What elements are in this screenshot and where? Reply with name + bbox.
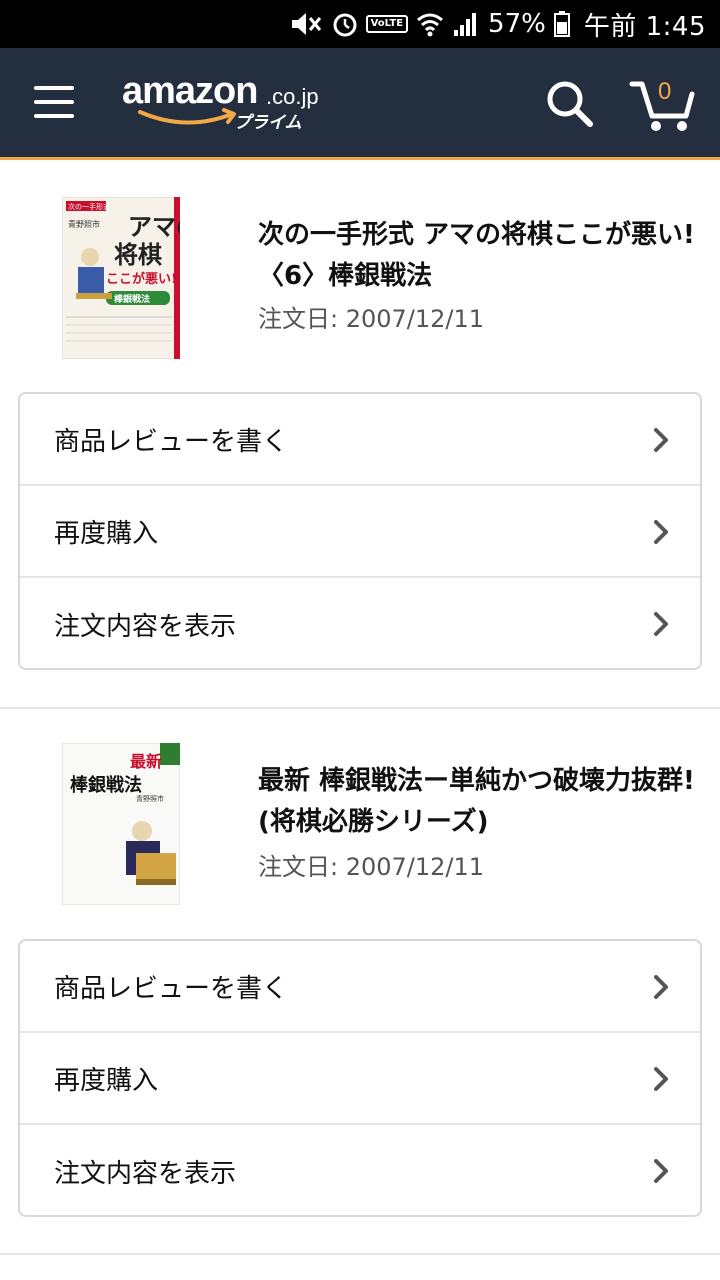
chevron-right-icon <box>654 612 668 636</box>
cover-band: 棒銀戦法 <box>114 293 150 305</box>
chevron-right-icon <box>654 1159 668 1183</box>
order-item: 最新 棒銀戦法 青野照市 最新 棒銀戦法ー単純かつ破壊力抜群! (将棋必勝シリー… <box>0 709 720 1255</box>
write-review-button[interactable]: 商品レビューを書く <box>20 394 700 486</box>
logo-domain: .co.jp <box>266 84 319 109</box>
chevron-right-icon <box>654 428 668 452</box>
battery-percent: 57% <box>488 9 546 39</box>
cover-author: 青野照市 <box>136 794 164 803</box>
action-label: 注文内容を表示 <box>54 611 237 642</box>
status-bar: VoLTE 57% 午前 1:45 <box>0 0 720 48</box>
order-item: 次の一手形式 アマの 将棋 ここが悪い! 棒銀戦法 青野照市 次の一手形式 アマ… <box>0 163 720 709</box>
search-icon[interactable] <box>544 78 596 130</box>
book-cover-image[interactable]: 最新 棒銀戦法 青野照市 <box>62 743 180 905</box>
cover-subtitle: ここが悪い! <box>106 271 177 287</box>
smile-icon <box>138 108 236 125</box>
menu-icon[interactable] <box>34 86 78 122</box>
product-summary[interactable]: 次の一手形式 アマの 将棋 ここが悪い! 棒銀戦法 青野照市 次の一手形式 アマ… <box>0 163 720 391</box>
chevron-right-icon <box>654 520 668 544</box>
cover-title-main: 棒銀戦法 <box>70 774 142 796</box>
cover-author: 青野照市 <box>68 219 100 229</box>
view-order-details-button[interactable]: 注文内容を表示 <box>20 1125 700 1215</box>
signal-icon <box>452 10 480 38</box>
book-cover-image[interactable]: 次の一手形式 アマの 将棋 ここが悪い! 棒銀戦法 青野照市 <box>62 197 180 359</box>
order-date: 注文日: 2007/12/11 <box>258 853 485 881</box>
volte-icon: VoLTE <box>365 15 409 33</box>
order-actions: 商品レビューを書く 再度購入 注文内容を表示 <box>18 939 702 1217</box>
clock: 午前 1:45 <box>583 11 706 42</box>
amazon-logo[interactable]: amazon .co.jp プライム <box>122 70 342 140</box>
buy-again-button[interactable]: 再度購入 <box>20 1033 700 1125</box>
wifi-icon <box>416 11 444 37</box>
write-review-button[interactable]: 商品レビューを書く <box>20 941 700 1033</box>
cover-top-label: 次の一手形式 <box>68 202 110 211</box>
action-label: 再度購入 <box>54 518 159 549</box>
battery-icon <box>553 10 570 38</box>
product-summary[interactable]: 最新 棒銀戦法 青野照市 最新 棒銀戦法ー単純かつ破壊力抜群! (将棋必勝シリー… <box>0 709 720 937</box>
action-label: 商品レビューを書く <box>54 426 289 457</box>
cover-title-line2: 将棋 <box>114 240 162 269</box>
action-label: 再度購入 <box>54 1065 159 1096</box>
order-list: 次の一手形式 アマの 将棋 ここが悪い! 棒銀戦法 青野照市 次の一手形式 アマ… <box>0 163 720 1255</box>
chevron-right-icon <box>654 1067 668 1091</box>
chevron-right-icon <box>654 975 668 999</box>
product-title[interactable]: 次の一手形式 アマの将棋ここが悪い!〈6〉棒銀戦法 <box>258 215 698 297</box>
cart-button[interactable]: 0 <box>628 74 698 134</box>
buy-again-button[interactable]: 再度購入 <box>20 486 700 578</box>
order-date: 注文日: 2007/12/11 <box>258 305 485 333</box>
view-order-details-button[interactable]: 注文内容を表示 <box>20 578 700 668</box>
order-actions: 商品レビューを書く 再度購入 注文内容を表示 <box>18 392 702 670</box>
cover-title-line1: アマの <box>128 212 180 241</box>
cover-title-top: 最新 <box>130 752 162 771</box>
alarm-icon <box>332 10 358 38</box>
logo-prime: プライム <box>234 113 302 133</box>
app-header: amazon .co.jp プライム 0 <box>0 48 720 160</box>
mute-icon <box>288 10 324 38</box>
action-label: 商品レビューを書く <box>54 973 289 1004</box>
cart-count: 0 <box>658 78 672 105</box>
action-label: 注文内容を表示 <box>54 1158 237 1189</box>
product-title[interactable]: 最新 棒銀戦法ー単純かつ破壊力抜群! (将棋必勝シリーズ) <box>258 761 698 843</box>
